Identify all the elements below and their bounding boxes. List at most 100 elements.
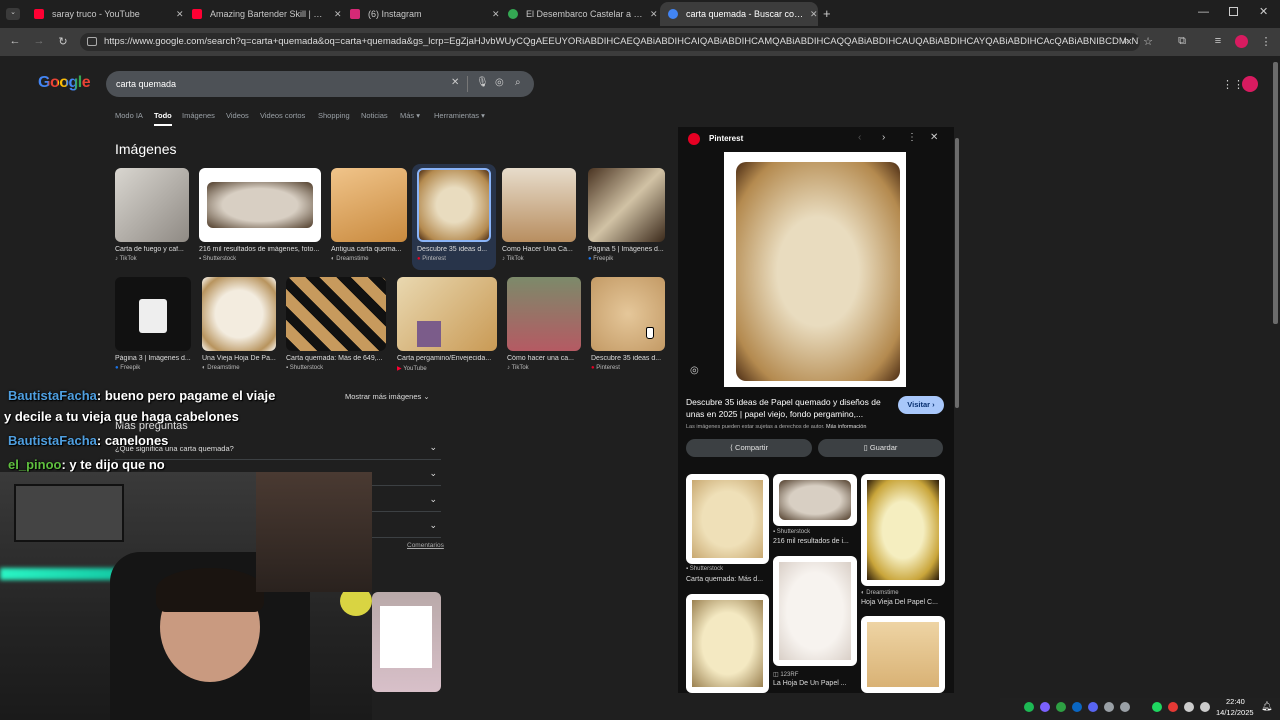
close-window-button[interactable]: ✕ xyxy=(1259,5,1268,18)
tab-maps[interactable]: El Desembarco Castelar a José ✕ xyxy=(500,2,658,26)
nav-noticias[interactable]: Noticias xyxy=(361,111,388,120)
browser-menu-icon[interactable]: ⋮ xyxy=(1259,35,1273,48)
forward-icon[interactable]: → xyxy=(32,35,46,47)
result-thumbnail[interactable] xyxy=(286,277,386,351)
related-image[interactable] xyxy=(861,474,945,586)
zoom-icon[interactable]: ⌕ xyxy=(1119,35,1133,48)
comments-link[interactable]: Comentarios xyxy=(407,542,444,549)
result-thumbnail[interactable] xyxy=(202,277,276,351)
nav-herramientas[interactable]: Herramientas ▾ xyxy=(434,111,485,120)
tray-app-icon[interactable] xyxy=(1040,702,1050,712)
preview-image[interactable] xyxy=(724,152,906,387)
image-result[interactable]: Carta pergamino/Envejecida... ▶ YouTube xyxy=(397,277,497,372)
notification-bell-icon[interactable]: 🔔︎ xyxy=(1261,701,1272,712)
address-bar[interactable]: https://www.google.com/search?q=carta+qu… xyxy=(80,33,1140,51)
clock-time[interactable]: 22:40 xyxy=(1226,697,1245,706)
maximize-button[interactable] xyxy=(1229,7,1238,16)
share-button[interactable]: ⟨ Compartir xyxy=(686,439,812,457)
site-info-icon[interactable] xyxy=(87,37,97,46)
lens-search-icon[interactable]: ◎ xyxy=(690,365,699,376)
image-result[interactable]: 216 mil resultados de imágenes, foto... ▪… xyxy=(199,168,321,262)
tray-app-icon[interactable] xyxy=(1072,702,1082,712)
nav-modo-ia[interactable]: Modo IA xyxy=(115,111,143,120)
reload-icon[interactable]: ↻ xyxy=(56,35,70,48)
extensions-icon[interactable]: ⧉ xyxy=(1175,35,1189,48)
image-result[interactable]: Carta quemada: Más de 649,... ▪ Shutterst… xyxy=(286,277,386,371)
preview-title[interactable]: Descubre 35 ideas de Papel quemado y dis… xyxy=(686,396,886,420)
profile-avatar[interactable] xyxy=(1235,35,1248,48)
image-result[interactable]: Antigua carta quema... ◐ Dreamstime xyxy=(331,168,407,262)
panel-scrollbar[interactable] xyxy=(955,138,959,408)
image-result[interactable]: Descubre 35 ideas d... ● Pinterest xyxy=(591,277,665,371)
save-button[interactable]: ▯ Guardar xyxy=(818,439,943,457)
video-thumbnail[interactable] xyxy=(372,592,441,692)
more-info-link[interactable]: Más información xyxy=(826,424,866,430)
image-result[interactable]: Página 5 | Imágenes d... ● Freepik xyxy=(588,168,665,262)
related-image[interactable] xyxy=(686,594,769,693)
minimize-button[interactable]: — xyxy=(1198,6,1209,18)
account-avatar[interactable] xyxy=(1242,76,1258,92)
tray-app-icon[interactable] xyxy=(1104,702,1114,712)
result-thumbnail[interactable] xyxy=(115,168,189,242)
image-result[interactable]: Cómo hacer una ca... ♪ TikTok xyxy=(507,277,581,371)
image-result[interactable]: Página 3 | Imágenes d... ● Freepik xyxy=(115,277,191,371)
result-thumbnail[interactable] xyxy=(397,277,497,351)
new-tab-button[interactable]: + xyxy=(823,6,831,21)
result-thumbnail[interactable] xyxy=(199,168,321,242)
result-thumbnail[interactable] xyxy=(507,277,581,351)
result-thumbnail[interactable] xyxy=(588,168,665,242)
image-result-selected[interactable]: Descubre 35 ideas d... ● Pinterest xyxy=(417,168,491,262)
next-arrow-icon[interactable]: › xyxy=(882,132,885,143)
tray-app-icon[interactable] xyxy=(1056,702,1066,712)
clear-search-icon[interactable]: ✕ xyxy=(451,77,459,88)
close-tab-icon[interactable]: ✕ xyxy=(650,9,658,20)
tab-google-search[interactable]: carta quemada - Buscar con Go ✕ xyxy=(660,2,818,26)
close-tab-icon[interactable]: ✕ xyxy=(810,9,818,20)
tray-app-icon[interactable] xyxy=(1024,702,1034,712)
preview-source[interactable]: Pinterest xyxy=(709,134,743,143)
related-image[interactable] xyxy=(861,616,945,693)
volume-icon[interactable] xyxy=(1184,702,1194,712)
close-tab-icon[interactable]: ✕ xyxy=(334,9,342,20)
result-thumbnail[interactable] xyxy=(591,277,665,351)
media-controls-icon[interactable]: ≡ xyxy=(1211,35,1225,47)
page-scrollbar[interactable] xyxy=(1273,62,1278,324)
network-icon[interactable] xyxy=(1200,702,1210,712)
tray-app-icon[interactable] xyxy=(1120,702,1130,712)
tab-search-button[interactable]: ⌄ xyxy=(6,8,20,20)
tab-youtube-1[interactable]: saray truco - YouTube ✕ xyxy=(26,2,184,26)
close-panel-icon[interactable]: ✕ xyxy=(930,132,938,143)
nav-todo[interactable]: Todo xyxy=(154,111,172,126)
image-result[interactable]: Como Hacer Una Ca... ♪ TikTok xyxy=(502,168,576,262)
search-icon[interactable]: ⌕ xyxy=(515,77,521,88)
image-result[interactable]: Una Vieja Hoja De Pa... ◐ Dreamstime xyxy=(202,277,276,371)
close-tab-icon[interactable]: ✕ xyxy=(492,9,500,20)
close-tab-icon[interactable]: ✕ xyxy=(176,9,184,20)
apps-grid-icon[interactable]: ⋮⋮ xyxy=(1222,78,1244,91)
visit-button[interactable]: Visitar › xyxy=(898,396,944,414)
nav-mas[interactable]: Más ▾ xyxy=(400,111,420,120)
back-icon[interactable]: ← xyxy=(8,35,22,47)
result-thumbnail[interactable] xyxy=(115,277,191,351)
bookmark-star-icon[interactable]: ☆ xyxy=(1141,35,1155,48)
related-image[interactable] xyxy=(686,474,769,564)
nav-videos[interactable]: Videos xyxy=(226,111,249,120)
related-image[interactable] xyxy=(773,556,857,666)
nav-shopping[interactable]: Shopping xyxy=(318,111,350,120)
discord-icon[interactable] xyxy=(1088,702,1098,712)
result-thumbnail[interactable] xyxy=(502,168,576,242)
image-result[interactable]: Carta de fuego y caf... ♪ TikTok xyxy=(115,168,189,262)
clock-date[interactable]: 14/12/2025 xyxy=(1216,708,1254,717)
tray-app-icon[interactable] xyxy=(1168,702,1178,712)
tab-youtube-2[interactable]: Amazing Bartender Skill | Cockt ✕ xyxy=(184,2,342,26)
spotify-icon[interactable] xyxy=(1152,702,1162,712)
search-input[interactable]: carta quemada xyxy=(106,71,534,97)
nav-imagenes[interactable]: Imágenes xyxy=(182,111,215,120)
result-thumbnail[interactable] xyxy=(331,168,407,242)
lens-icon[interactable]: ◎ xyxy=(495,77,504,88)
more-options-icon[interactable]: ⋮ xyxy=(907,132,917,143)
result-thumbnail[interactable] xyxy=(417,168,491,242)
related-image[interactable] xyxy=(773,474,857,526)
show-more-images-button[interactable]: Mostrar más imágenes ⌄ xyxy=(345,392,430,401)
previous-arrow-icon[interactable]: ‹ xyxy=(858,132,861,143)
